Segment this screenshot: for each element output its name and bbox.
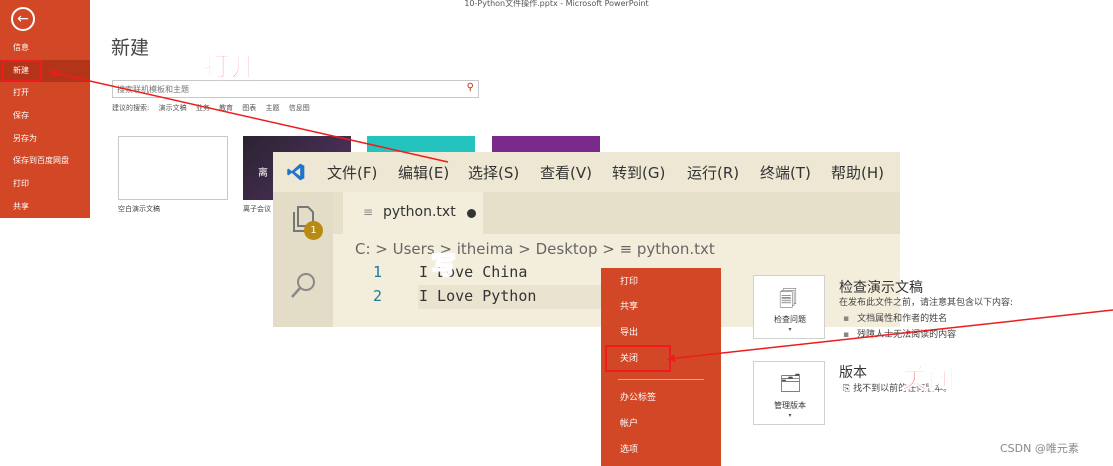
arrow-to-new [49,69,449,163]
watermark: CSDN @唯元素 [1000,442,1079,455]
arrow-to-close [667,309,1113,363]
annotation-write: 写 [430,251,457,281]
annotation-arrows [49,69,1113,363]
annotation-close: 关闭 [901,364,956,396]
annotation-open: 打开 [203,52,258,84]
